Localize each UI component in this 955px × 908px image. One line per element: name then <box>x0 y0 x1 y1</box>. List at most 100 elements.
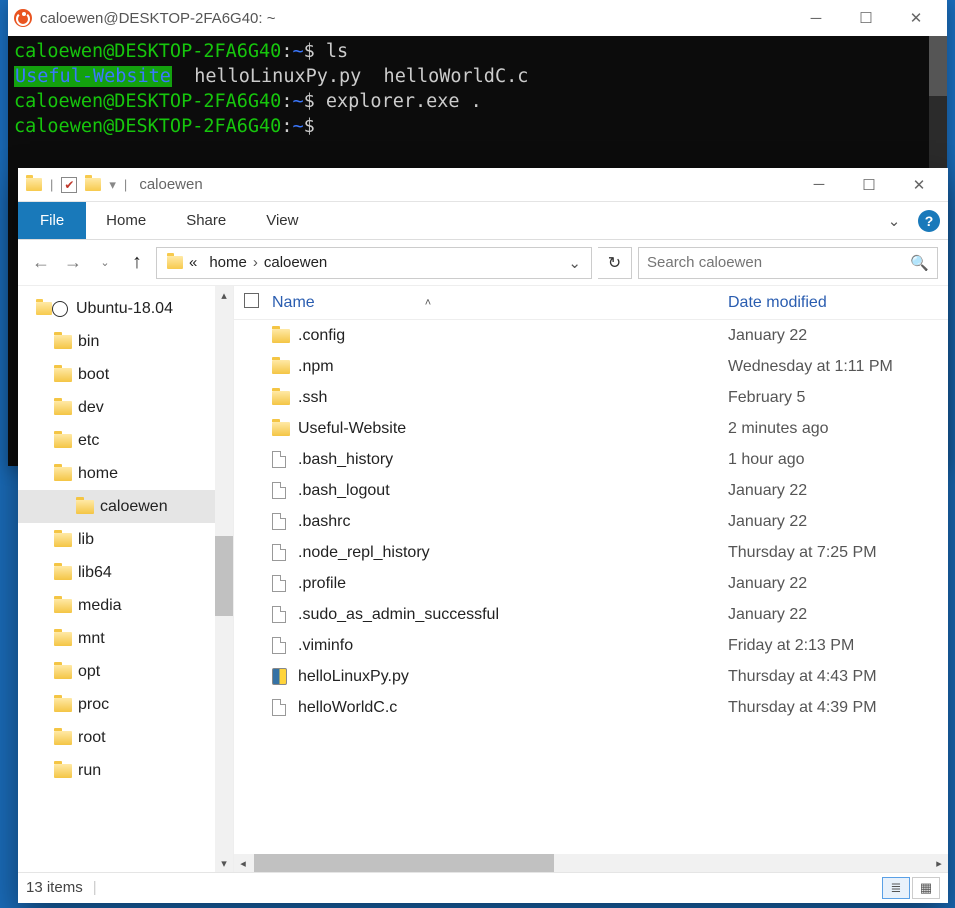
terminal-line: caloewen@DESKTOP-2FA6G40:~$ <box>14 115 941 140</box>
ribbon-tab-file[interactable]: File <box>18 202 86 239</box>
folder-icon <box>54 566 72 580</box>
minimize-button[interactable]: ─ <box>794 169 844 201</box>
file-date: Wednesday at 1:11 PM <box>728 358 948 376</box>
file-date: January 22 <box>728 327 948 345</box>
ribbon-tab-share[interactable]: Share <box>166 202 246 239</box>
file-list-header[interactable]: Name ˄ Date modified <box>234 286 948 320</box>
tree-item[interactable]: root <box>18 721 233 754</box>
nav-tree[interactable]: ▴▾ Ubuntu-18.04 binbootdevetc home caloewe… <box>18 286 234 872</box>
nav-up-button[interactable]: ↑ <box>124 249 150 277</box>
file-row[interactable]: .configJanuary 22 <box>234 320 948 351</box>
sort-indicator-icon: ˄ <box>425 297 431 309</box>
ribbon-tab-view[interactable]: View <box>246 202 318 239</box>
file-icon <box>272 606 286 623</box>
maximize-button[interactable]: ☐ <box>841 2 891 34</box>
tree-item[interactable]: run <box>18 754 233 787</box>
breadcrumb-overflow[interactable]: « <box>189 254 197 271</box>
tree-item[interactable]: bin <box>18 325 233 358</box>
tree-item[interactable]: mnt <box>18 622 233 655</box>
folder-icon <box>26 178 42 191</box>
file-row[interactable]: helloWorldC.cThursday at 4:39 PM <box>234 692 948 723</box>
tree-scrollbar[interactable]: ▴▾ <box>215 286 233 872</box>
file-row[interactable]: .node_repl_historyThursday at 7:25 PM <box>234 537 948 568</box>
file-date: January 22 <box>728 482 948 500</box>
nav-recent-button[interactable]: ⌄ <box>92 249 118 277</box>
tree-item-label: media <box>78 597 122 615</box>
tree-item-root[interactable]: Ubuntu-18.04 <box>18 292 233 325</box>
prompt-user: caloewen@DESKTOP-2FA6G40 <box>14 41 281 62</box>
tree-item[interactable]: proc <box>18 688 233 721</box>
file-row[interactable]: .sudo_as_admin_successfulJanuary 22 <box>234 599 948 630</box>
file-row[interactable]: .bash_logoutJanuary 22 <box>234 475 948 506</box>
file-name: .bash_history <box>298 451 728 469</box>
ribbon-tab-home[interactable]: Home <box>86 202 166 239</box>
help-icon[interactable]: ? <box>918 210 940 232</box>
tree-item[interactable]: opt <box>18 655 233 688</box>
tree-item[interactable]: boot <box>18 358 233 391</box>
file-row[interactable]: .viminfoFriday at 2:13 PM <box>234 630 948 661</box>
tree-item[interactable]: media <box>18 589 233 622</box>
file-row[interactable]: .npmWednesday at 1:11 PM <box>234 351 948 382</box>
search-icon[interactable]: 🔍 <box>910 254 929 272</box>
file-row[interactable]: .profileJanuary 22 <box>234 568 948 599</box>
nav-forward-button[interactable]: → <box>60 249 86 277</box>
file-list[interactable]: Name ˄ Date modified .configJanuary 22.n… <box>234 286 948 872</box>
tree-item[interactable]: dev <box>18 391 233 424</box>
linux-distro-icon <box>36 301 70 317</box>
file-list-hscrollbar[interactable]: ◂▸ <box>234 854 948 872</box>
folder-icon <box>54 533 72 547</box>
ribbon-collapse-icon[interactable]: ⌄ <box>878 202 910 239</box>
file-row[interactable]: .bashrcJanuary 22 <box>234 506 948 537</box>
close-button[interactable]: ✕ <box>894 169 944 201</box>
maximize-button[interactable]: ☐ <box>844 169 894 201</box>
refresh-button[interactable]: ↻ <box>598 247 632 279</box>
col-header-date[interactable]: Date modified <box>728 294 948 312</box>
properties-icon[interactable]: ✔ <box>61 177 77 193</box>
folder-icon <box>54 599 72 613</box>
breadcrumb-seg[interactable]: caloewen <box>264 254 327 271</box>
tree-item[interactable]: home <box>18 457 233 490</box>
nav-back-button[interactable]: ← <box>28 249 54 277</box>
folder-icon <box>54 632 72 646</box>
tree-item[interactable]: lib <box>18 523 233 556</box>
col-header-name[interactable]: Name <box>272 294 315 312</box>
ubuntu-icon <box>14 9 32 27</box>
folder-icon <box>167 256 183 269</box>
file-name: helloWorldC.c <box>298 699 728 717</box>
breadcrumb-dropdown-icon[interactable]: ⌄ <box>562 254 587 272</box>
file-date: 2 minutes ago <box>728 420 948 438</box>
folder-icon <box>272 360 290 374</box>
tree-item-label: home <box>78 465 118 483</box>
search-box[interactable]: 🔍 <box>638 247 938 279</box>
close-button[interactable]: ✕ <box>891 2 941 34</box>
file-icon <box>272 699 286 716</box>
file-row[interactable]: .bash_history1 hour ago <box>234 444 948 475</box>
minimize-button[interactable]: ─ <box>791 2 841 34</box>
select-all-checkbox[interactable] <box>244 293 272 313</box>
folder-icon <box>272 329 290 343</box>
folder-icon <box>54 698 72 712</box>
search-input[interactable] <box>647 254 904 271</box>
terminal-titlebar[interactable]: caloewen@DESKTOP-2FA6G40: ~ ─ ☐ ✕ <box>8 0 947 36</box>
folder-icon <box>272 391 290 405</box>
file-icon <box>272 513 286 530</box>
breadcrumb[interactable]: « home › caloewen ⌄ <box>156 247 592 279</box>
file-row[interactable]: .sshFebruary 5 <box>234 382 948 413</box>
file-row[interactable]: Useful-Website2 minutes ago <box>234 413 948 444</box>
status-bar: 13 items | ≣ ▦ <box>18 872 948 902</box>
folder-icon <box>54 467 72 481</box>
tree-item[interactable]: etc <box>18 424 233 457</box>
view-details-button[interactable]: ≣ <box>882 877 910 899</box>
file-name: .npm <box>298 358 728 376</box>
tree-item[interactable]: lib64 <box>18 556 233 589</box>
file-date: January 22 <box>728 575 948 593</box>
breadcrumb-seg[interactable]: home <box>209 254 247 271</box>
file-row[interactable]: helloLinuxPy.pyThursday at 4:43 PM <box>234 661 948 692</box>
view-thumbnails-button[interactable]: ▦ <box>912 877 940 899</box>
terminal-line: caloewen@DESKTOP-2FA6G40:~$ explorer.exe… <box>14 90 941 115</box>
folder-icon <box>54 764 72 778</box>
tree-item-label: lib <box>78 531 94 549</box>
file-name: Useful-Website <box>298 420 728 438</box>
explorer-titlebar[interactable]: | ✔ ▾ | caloewen ─ ☐ ✕ <box>18 168 948 202</box>
tree-item[interactable]: caloewen <box>18 490 233 523</box>
